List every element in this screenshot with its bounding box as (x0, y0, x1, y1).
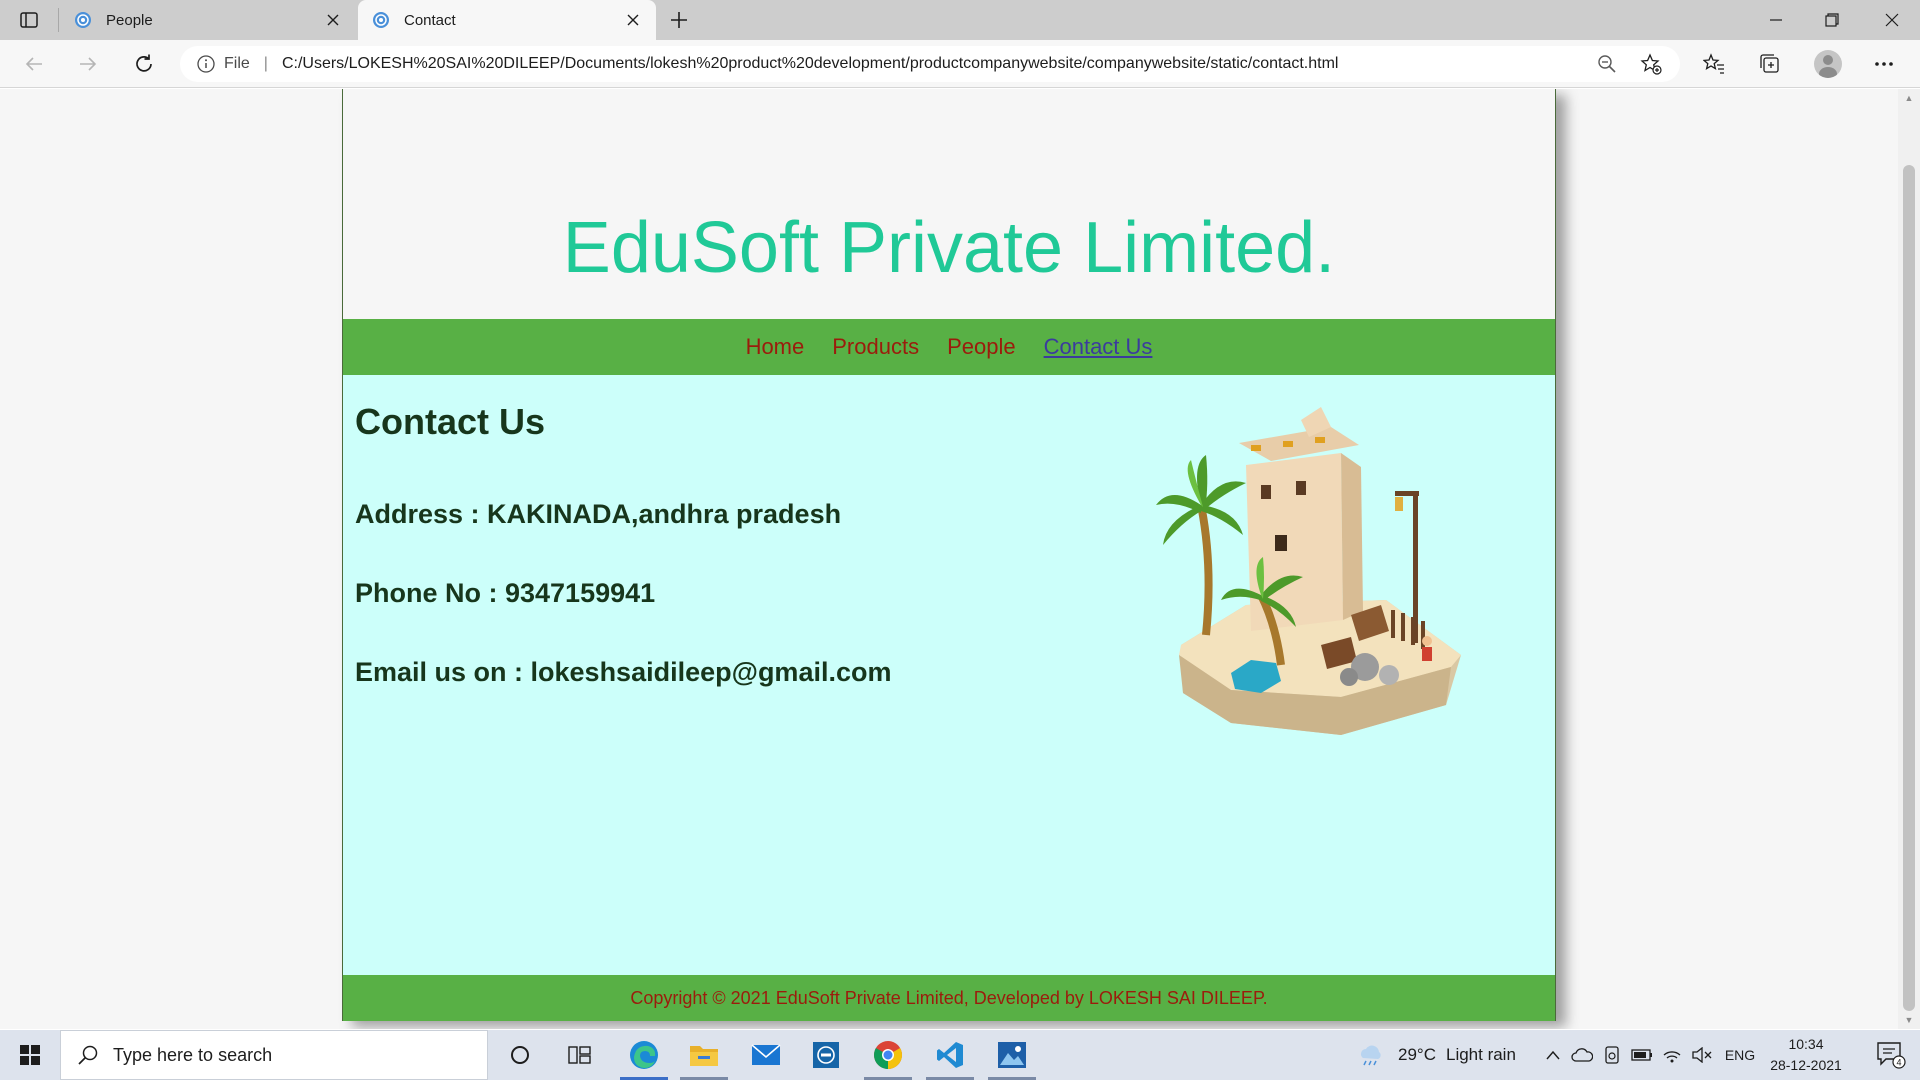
browser-toolbar: File | C:/Users/LOKESH%20SAI%20DILEEP/Do… (0, 40, 1920, 88)
taskbar-app-vscode[interactable] (920, 1030, 980, 1080)
mail-icon (751, 1044, 781, 1065)
device-icon[interactable] (1598, 1030, 1626, 1080)
site-info-icon[interactable] (196, 54, 216, 74)
taskbar-app-mail[interactable] (736, 1030, 796, 1080)
taskbar-app-photos[interactable] (982, 1030, 1042, 1080)
nav-link-people[interactable]: People (947, 334, 1016, 360)
nav-link-home[interactable]: Home (746, 334, 805, 360)
new-tab-button[interactable] (666, 8, 692, 32)
tab-title: People (106, 11, 153, 29)
page-heading: Contact Us (355, 401, 546, 442)
battery-icon[interactable] (1628, 1030, 1656, 1080)
weather-widget[interactable]: 29°C Light rain (1398, 1030, 1528, 1080)
tab-strip: People Contact (0, 0, 1920, 40)
add-favorite-icon[interactable] (1636, 49, 1666, 79)
zoom-icon[interactable] (1592, 49, 1622, 79)
taskbar-app-chrome[interactable] (858, 1030, 918, 1080)
chevron-up-icon (1546, 1050, 1560, 1060)
profile-avatar[interactable] (1812, 48, 1844, 80)
phone-text: Phone No : 9347159941 (355, 578, 656, 608)
taskbar-app-edge[interactable] (614, 1030, 674, 1080)
notification-icon: 4 (1877, 1042, 1906, 1069)
tab-separator (58, 8, 59, 32)
wifi-icon[interactable] (1658, 1030, 1686, 1080)
dell-icon (813, 1042, 839, 1068)
clock-time: 10:34 (1788, 1036, 1824, 1052)
restore-button[interactable] (1804, 0, 1860, 40)
close-window-button[interactable] (1864, 0, 1920, 40)
address-divider: | (263, 55, 268, 72)
scroll-up-icon[interactable]: ▲ (1904, 93, 1914, 103)
taskbar-app-dell[interactable] (796, 1030, 856, 1080)
forward-button[interactable] (72, 48, 104, 80)
vscode-icon (937, 1042, 963, 1068)
back-button[interactable] (18, 48, 50, 80)
nav-link-products[interactable]: Products (832, 334, 919, 360)
settings-more-icon[interactable] (1868, 48, 1900, 80)
site-title: EduSoft Private Limited. (562, 208, 1336, 288)
task-view-button[interactable] (550, 1030, 610, 1080)
edge-icon (630, 1041, 658, 1069)
island-house-illustration (1156, 407, 1461, 735)
weather-temp: 29°C (1398, 1045, 1436, 1064)
tab-contact[interactable]: Contact (358, 0, 656, 40)
show-hidden-icons[interactable] (1538, 1030, 1568, 1080)
cortana-button[interactable] (490, 1030, 550, 1080)
site-nav: Home Products People Contact Us (343, 319, 1555, 375)
start-button[interactable] (0, 1030, 60, 1080)
tab-people[interactable]: People (60, 0, 356, 40)
chrome-icon (874, 1041, 902, 1069)
page-viewport: EduSoft Private Limited. Home Products P… (0, 89, 1898, 1029)
collections-icon[interactable] (1754, 48, 1786, 80)
url-text[interactable]: C:/Users/LOKESH%20SAI%20DILEEP/Documents… (282, 55, 1592, 73)
language-indicator[interactable]: ENG (1720, 1030, 1760, 1080)
page-scrollbar[interactable]: ▲ ▼ (1898, 89, 1920, 1029)
site-footer: Copyright © 2021 EduSoft Private Limited… (343, 975, 1555, 1021)
taskbar-app-file-explorer[interactable] (674, 1030, 734, 1080)
taskbar: Type here to search 29°C Light rain ENG … (0, 1030, 1920, 1080)
scrollbar-thumb[interactable] (1903, 165, 1915, 1011)
weather-icon[interactable] (1356, 1030, 1384, 1080)
search-placeholder: Type here to search (113, 1044, 273, 1065)
file-explorer-icon (690, 1046, 718, 1066)
clock-date: 28-12-2021 (1770, 1057, 1842, 1073)
volume-muted-icon[interactable] (1688, 1030, 1716, 1080)
notification-count: 4 (1896, 1058, 1901, 1068)
taskbar-clock[interactable]: 10:34 28-12-2021 (1756, 1034, 1856, 1076)
windows-icon (20, 1045, 40, 1065)
close-tab-icon[interactable] (322, 9, 344, 31)
minimize-button[interactable] (1748, 0, 1804, 40)
address-bar[interactable]: File | C:/Users/LOKESH%20SAI%20DILEEP/Do… (180, 46, 1680, 82)
photos-icon (998, 1042, 1026, 1068)
address-text: Address : KAKINADA,andhra pradesh (355, 499, 842, 529)
cortana-icon (511, 1046, 529, 1064)
language-text: ENG (1724, 1047, 1756, 1063)
globe-favicon-icon (75, 12, 91, 28)
close-tab-icon[interactable] (622, 9, 644, 31)
email-text: Email us on : lokeshsaidileep@gmail.com (355, 657, 892, 687)
scheme-label: File (224, 55, 250, 72)
notifications-button[interactable]: 4 (1866, 1030, 1916, 1080)
onedrive-icon[interactable] (1568, 1030, 1596, 1080)
tab-title: Contact (404, 11, 456, 29)
globe-favicon-icon (373, 12, 389, 28)
search-icon (78, 1045, 98, 1065)
favorites-icon[interactable] (1698, 48, 1730, 80)
taskbar-search[interactable]: Type here to search (60, 1030, 488, 1080)
site-header: EduSoft Private Limited. (343, 89, 1555, 319)
contact-section: Contact Us Address : KAKINADA,andhra pra… (343, 375, 1555, 975)
avatar (1814, 50, 1842, 78)
task-view-icon (568, 1046, 591, 1064)
tab-actions-icon[interactable] (16, 8, 42, 32)
scroll-down-icon[interactable]: ▼ (1904, 1015, 1914, 1025)
nav-link-contact-us[interactable]: Contact Us (1044, 334, 1153, 360)
weather-condition: Light rain (1445, 1045, 1516, 1064)
site-container: EduSoft Private Limited. Home Products P… (342, 89, 1556, 1021)
refresh-button[interactable] (128, 48, 160, 80)
